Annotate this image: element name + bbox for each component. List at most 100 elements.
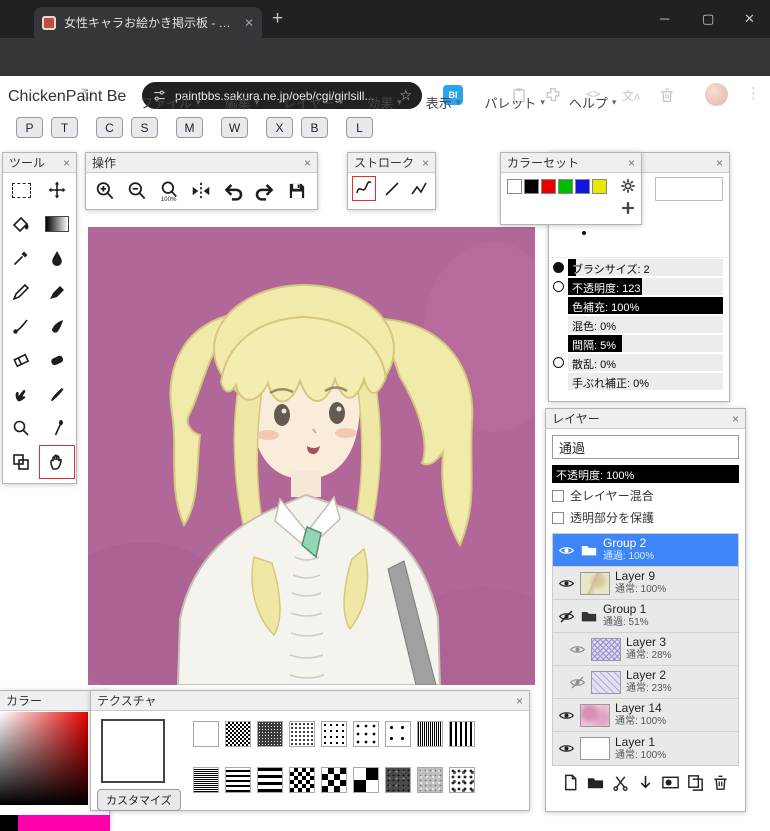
tool-fill-bucket[interactable] xyxy=(3,207,39,241)
layer-opacity-slider[interactable]: 不透明度: 100% xyxy=(552,465,739,483)
layer-row-group2[interactable]: Group 2通過: 100% xyxy=(553,534,738,567)
shortcut-w-button[interactable]: W xyxy=(221,117,248,138)
duplicate-layer-button[interactable] xyxy=(686,772,706,792)
texture-vlines-fine[interactable] xyxy=(417,721,443,747)
close-icon[interactable]: × xyxy=(422,156,429,170)
texture-hlines-thick[interactable] xyxy=(257,767,283,793)
add-layer-button[interactable] xyxy=(560,772,580,792)
close-icon[interactable]: × xyxy=(63,156,70,170)
eye-off-icon[interactable] xyxy=(558,608,575,625)
tool-marquee-select[interactable] xyxy=(3,173,39,207)
swatch-green[interactable] xyxy=(558,179,573,194)
swatch-white[interactable] xyxy=(507,179,522,194)
texture-checker-large[interactable] xyxy=(353,767,379,793)
texture-halftone[interactable] xyxy=(449,767,475,793)
layer-row-layer3[interactable]: Layer 3通常: 28% xyxy=(553,633,738,666)
browser-tab[interactable]: 女性キャラお絵かき掲示板 - Petit ✕ xyxy=(34,7,262,38)
tool-hand[interactable] xyxy=(39,445,75,479)
close-icon[interactable]: × xyxy=(628,156,635,170)
texture-checker-50[interactable] xyxy=(225,721,251,747)
sample-all-layers-checkbox[interactable]: 全レイヤー混合 xyxy=(552,486,739,505)
shortcut-x-button[interactable]: X xyxy=(266,117,293,138)
texture-noise-dark[interactable] xyxy=(385,767,411,793)
shortcut-c-button[interactable]: C xyxy=(96,117,123,138)
blend-slider[interactable]: 混色: 0% xyxy=(568,316,723,333)
save-button[interactable] xyxy=(282,176,312,206)
tool-soft-eraser[interactable] xyxy=(39,343,75,377)
menu-edit[interactable]: 編集▾ xyxy=(225,93,260,112)
eye-icon[interactable] xyxy=(558,542,575,559)
close-icon[interactable]: × xyxy=(516,694,523,708)
window-maximize-icon[interactable]: ▢ xyxy=(702,11,714,27)
colorset-settings-button[interactable] xyxy=(619,177,637,195)
texture-dots-sparser[interactable] xyxy=(353,721,379,747)
browser-menu-kebab-icon[interactable]: ⋮ xyxy=(746,84,761,102)
shortcut-t-button[interactable]: T xyxy=(51,117,78,138)
stroke-bezier-button[interactable] xyxy=(407,176,431,201)
hue-slider[interactable] xyxy=(18,815,110,831)
swatch-black[interactable] xyxy=(524,179,539,194)
smoothing-slider[interactable]: 手ぶれ補正: 0% xyxy=(568,373,723,390)
texture-checker-medium[interactable] xyxy=(321,767,347,793)
stroke-line-button[interactable] xyxy=(379,176,403,201)
texture-plain[interactable] xyxy=(193,721,219,747)
brush-size-slider[interactable]: ブラシサイズ: 2 xyxy=(568,259,723,276)
eye-icon[interactable] xyxy=(558,707,575,724)
color-charge-slider[interactable]: 色補充: 100% xyxy=(568,297,723,314)
tool-move[interactable] xyxy=(39,173,75,207)
menu-layer[interactable]: レイヤー▾ xyxy=(283,93,343,112)
shortcut-p-button[interactable]: P xyxy=(16,117,43,138)
tool-pencil[interactable] xyxy=(3,275,39,309)
menu-help[interactable]: ヘルプ▾ xyxy=(569,93,617,112)
scatter-slider[interactable]: 散乱: 0% xyxy=(568,354,723,371)
texture-noise-light[interactable] xyxy=(417,767,443,793)
flip-horizontal-button[interactable] xyxy=(186,176,216,206)
tool-fine-brush[interactable] xyxy=(3,309,39,343)
translate-icon[interactable]: 文A xyxy=(622,87,640,104)
swatch-blue[interactable] xyxy=(575,179,590,194)
tool-blend[interactable] xyxy=(3,445,39,479)
tool-smudge[interactable] xyxy=(3,377,39,411)
brush-tip-round-icon[interactable] xyxy=(553,262,564,273)
zoom-out-button[interactable] xyxy=(122,176,152,206)
menu-view[interactable]: 表示▾ xyxy=(426,93,461,112)
tool-pen[interactable] xyxy=(39,275,75,309)
blend-mode-select[interactable]: 通過 xyxy=(552,435,739,459)
texture-checker-small[interactable] xyxy=(289,767,315,793)
eye-icon[interactable] xyxy=(558,740,575,757)
current-color-swatch[interactable] xyxy=(0,815,18,831)
tool-blob-brush[interactable] xyxy=(39,309,75,343)
window-close-icon[interactable]: ✕ xyxy=(744,11,755,27)
shortcut-m-button[interactable]: M xyxy=(176,117,203,138)
trash-extension-icon[interactable] xyxy=(658,86,676,104)
tool-paint-brush[interactable] xyxy=(39,377,75,411)
lock-alpha-checkbox[interactable]: 透明部分を保護 xyxy=(552,508,739,527)
layer-row-layer9[interactable]: Layer 9通常: 100% xyxy=(553,567,738,600)
shortcut-s-button[interactable]: S xyxy=(131,117,158,138)
stroke-freehand-button[interactable] xyxy=(352,176,376,201)
tool-dodge-burn[interactable] xyxy=(39,411,75,445)
eye-off-icon[interactable] xyxy=(569,674,586,691)
menu-effect[interactable]: 効果▾ xyxy=(367,93,402,112)
redo-button[interactable] xyxy=(250,176,280,206)
texture-hlines-medium[interactable] xyxy=(225,767,251,793)
eye-icon[interactable] xyxy=(558,575,575,592)
texture-vlines[interactable] xyxy=(449,721,475,747)
tab-close-icon[interactable]: ✕ xyxy=(244,16,254,30)
texture-dots-medium[interactable] xyxy=(289,721,315,747)
new-tab-button[interactable]: + xyxy=(272,8,283,30)
swatch-yellow[interactable] xyxy=(592,179,607,194)
texture-dots-dense[interactable] xyxy=(257,721,283,747)
undo-button[interactable] xyxy=(218,176,248,206)
zoom-in-button[interactable] xyxy=(90,176,120,206)
tool-gradient[interactable] xyxy=(39,207,75,241)
layer-row-layer1[interactable]: Layer 1通常: 100% xyxy=(553,732,738,765)
close-icon[interactable]: × xyxy=(716,156,723,170)
customize-texture-button[interactable]: カスタマイズ xyxy=(97,789,181,811)
saturation-value-picker[interactable] xyxy=(0,712,88,805)
shortcut-b-button[interactable]: B xyxy=(301,117,328,138)
merge-layer-button[interactable] xyxy=(610,772,630,792)
brush-tip-scatter-icon[interactable] xyxy=(553,357,564,368)
move-layer-down-button[interactable] xyxy=(635,772,655,792)
drawing-canvas[interactable] xyxy=(88,227,535,685)
